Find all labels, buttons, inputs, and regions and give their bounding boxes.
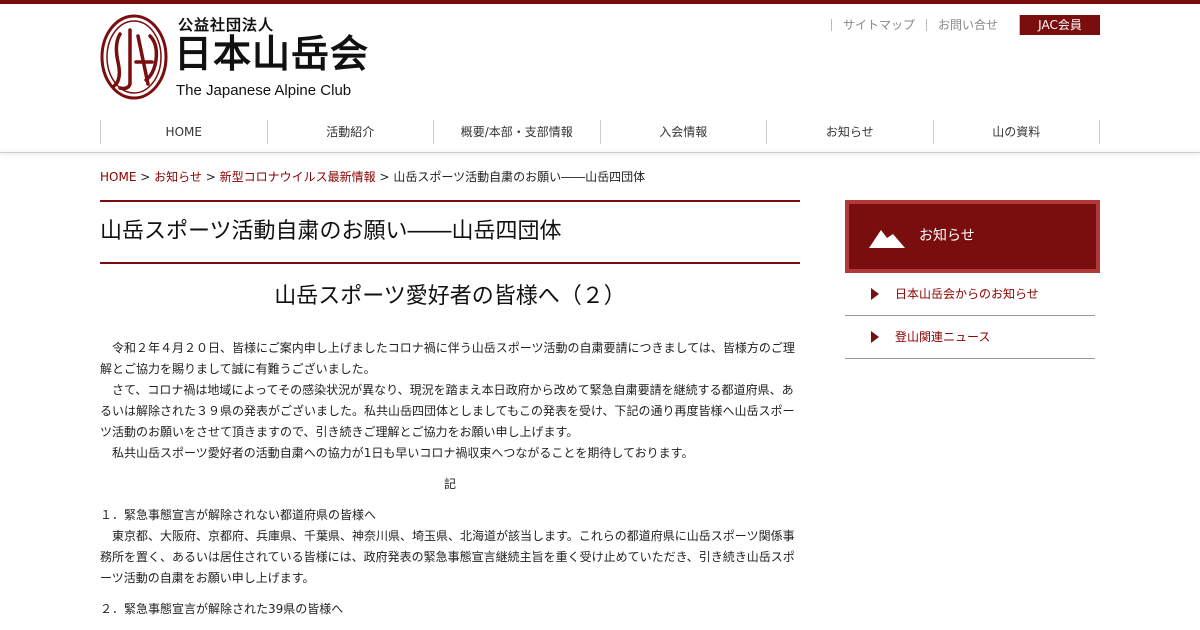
sitemap-link[interactable]: サイトマップ — [830, 19, 926, 31]
triangle-right-icon — [871, 288, 879, 300]
org-name: 日本山岳会 — [174, 31, 370, 76]
article-ki: 記 — [443, 477, 456, 491]
nav-divider — [0, 152, 1200, 153]
org-name-en: The Japanese Alpine Club — [176, 82, 352, 99]
article-paragraph: さて、コロナ禍は地域によってその感染状況が異なり、現況を踏まえ本日政府から改めて… — [100, 383, 795, 439]
mountain-icon — [869, 230, 905, 248]
breadcrumb-sep: > — [379, 170, 390, 184]
breadcrumb-sep: > — [205, 170, 216, 184]
breadcrumb: HOME > お知らせ > 新型コロナウイルス最新情報 > 山岳スポーツ活動自粛… — [100, 168, 645, 185]
sidebar: お知らせ 日本山岳会からのお知らせ 登山関連ニュース — [845, 200, 1100, 359]
nav-home[interactable]: HOME — [100, 120, 267, 144]
sidebar-item-jac-news[interactable]: 日本山岳会からのお知らせ — [845, 273, 1095, 316]
article-body: 令和２年４月２０日、皆様にご案内申し上げましたコロナ禍に伴う山岳スポーツ活動の自… — [100, 338, 800, 620]
nav-activities[interactable]: 活動紹介 — [266, 120, 434, 144]
article: 山岳スポーツ活動自粛のお願い――山岳四団体 山岳スポーツ愛好者の皆様へ（２） 令… — [100, 200, 800, 620]
item-1-body: 東京都、大阪府、京都府、兵庫県、千葉県、神奈川県、埼玉県、北海道が該当します。こ… — [100, 529, 795, 585]
item-1-title: １．緊急事態宣言が解除されない都道府県の皆様へ — [100, 508, 377, 522]
sidebar-item-label: 登山関連ニュース — [895, 330, 991, 344]
item-2-title: ２．緊急事態宣言が解除された39県の皆様へ — [100, 602, 344, 616]
member-button[interactable]: JAC会員 — [1019, 15, 1100, 35]
article-title-box: 山岳スポーツ活動自粛のお願い――山岳四団体 — [100, 200, 800, 264]
utility-links: サイトマップ お問い合せ JAC会員 — [830, 15, 1100, 35]
article-paragraph: 令和２年４月２０日、皆様にご案内申し上げましたコロナ禍に伴う山岳スポーツ活動の自… — [100, 341, 795, 376]
nav-news[interactable]: お知らせ — [766, 120, 933, 144]
sidebar-heading-label: お知らせ — [919, 228, 975, 244]
triangle-right-icon — [871, 331, 879, 343]
nav-resources[interactable]: 山の資料 — [932, 120, 1100, 144]
breadcrumb-news[interactable]: お知らせ — [154, 170, 202, 184]
sidebar-item-mountain-news[interactable]: 登山関連ニュース — [845, 316, 1095, 359]
article-title: 山岳スポーツ活動自粛のお願い――山岳四団体 — [100, 219, 562, 244]
jac-emblem-icon — [100, 14, 168, 100]
breadcrumb-sep: > — [140, 170, 151, 184]
site-logo[interactable]: 公益社団法人 日本山岳会 The Japanese Alpine Club — [100, 14, 380, 104]
article-paragraph: 私共山岳スポーツ愛好者の活動自粛への協力が1日も早いコロナ禍収束へつながることを… — [100, 446, 694, 460]
article-subtitle: 山岳スポーツ愛好者の皆様へ（２） — [274, 284, 626, 309]
breadcrumb-covid[interactable]: 新型コロナウイルス最新情報 — [220, 170, 376, 184]
sidebar-heading: お知らせ — [845, 200, 1100, 273]
breadcrumb-home[interactable]: HOME — [100, 170, 136, 184]
sidebar-item-label: 日本山岳会からのお知らせ — [895, 287, 1039, 301]
main-nav: HOME 活動紹介 概要/本部・支部情報 入会情報 お知らせ 山の資料 — [100, 120, 1100, 144]
top-accent-bar — [0, 0, 1200, 4]
nav-about[interactable]: 概要/本部・支部情報 — [433, 120, 600, 144]
sidebar-list: 日本山岳会からのお知らせ 登山関連ニュース — [845, 273, 1095, 359]
breadcrumb-current: 山岳スポーツ活動自粛のお願い――山岳四団体 — [393, 170, 646, 184]
contact-link[interactable]: お問い合せ — [925, 19, 1009, 31]
nav-membership[interactable]: 入会情報 — [599, 120, 767, 144]
